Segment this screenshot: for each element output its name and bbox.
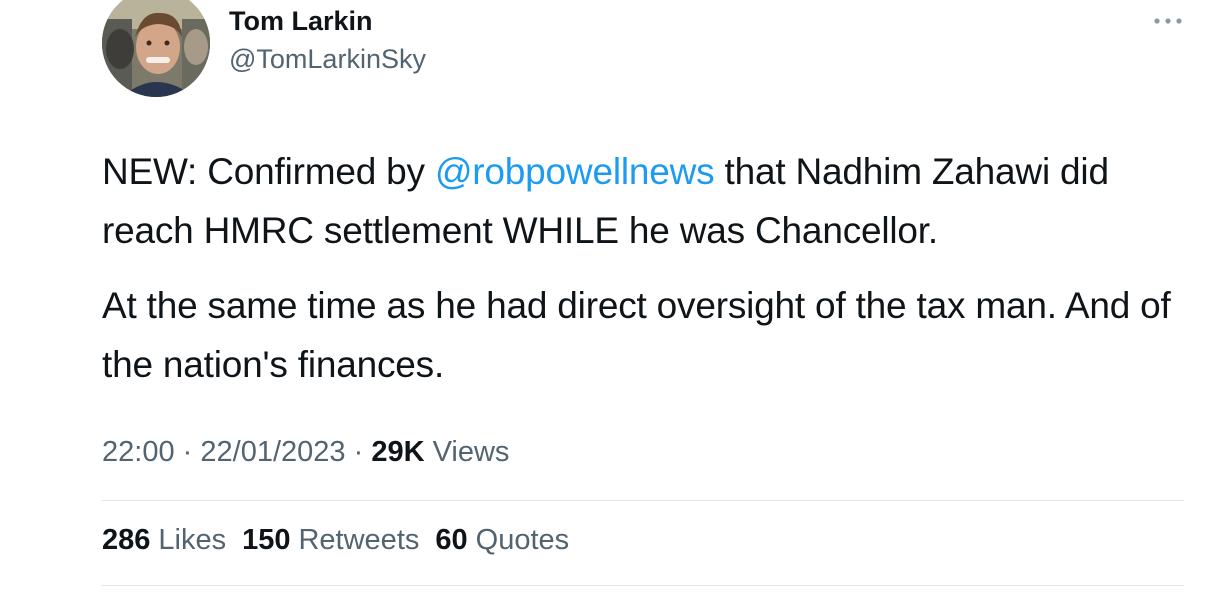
- retweets-label: Retweets: [298, 524, 420, 556]
- meta-separator: ·: [182, 436, 193, 468]
- divider: [102, 500, 1184, 501]
- likes-count: 286: [102, 524, 151, 556]
- retweets-count: 150: [242, 524, 291, 556]
- author-handle[interactable]: @TomLarkinSky: [229, 44, 426, 75]
- avatar[interactable]: [102, 0, 210, 97]
- tweet-paragraph-2: At the same time as he had direct oversi…: [102, 285, 1171, 385]
- likes-label: Likes: [158, 524, 227, 556]
- tweet-text: NEW: Confirmed by @robpowellnews that Na…: [102, 142, 1182, 394]
- divider: [102, 585, 1184, 586]
- tweet-paragraph-1: NEW: Confirmed by @robpowellnews that Na…: [102, 142, 1182, 260]
- tweet-text-lead: NEW: Confirmed by: [102, 151, 435, 192]
- tweet-date[interactable]: 22/01/2023: [200, 436, 345, 468]
- avatar-photo: [102, 0, 210, 97]
- quotes-count: 60: [435, 524, 468, 556]
- views-count: 29K: [371, 436, 425, 468]
- quotes-label: Quotes: [475, 524, 570, 556]
- engagement-stats: 286 Likes 150 Retweets 60 Quotes: [102, 524, 569, 557]
- views-label: Views: [432, 436, 510, 468]
- more-options-button[interactable]: [1150, 6, 1186, 36]
- tweet-time[interactable]: 22:00: [102, 436, 175, 468]
- mention-link[interactable]: @robpowellnews: [435, 151, 715, 192]
- tweet-page: Tom Larkin @TomLarkinSky NEW: Confirmed …: [0, 0, 1209, 600]
- author-display-name[interactable]: Tom Larkin: [229, 6, 373, 37]
- retweets-stat[interactable]: 150 Retweets: [242, 524, 419, 557]
- likes-stat[interactable]: 286 Likes: [102, 524, 226, 557]
- quotes-stat[interactable]: 60 Quotes: [435, 524, 569, 557]
- more-horizontal-icon: [1154, 18, 1182, 24]
- meta-separator: ·: [353, 436, 364, 468]
- tweet-meta: 22:00 · 22/01/2023 · 29K Views: [102, 436, 509, 469]
